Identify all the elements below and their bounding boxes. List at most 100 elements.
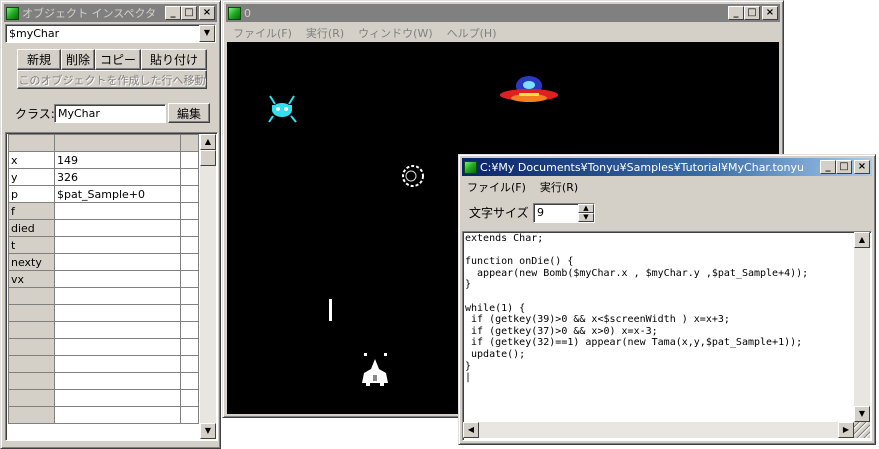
minimize-button[interactable]: _: [165, 6, 181, 20]
property-extra-cell: [180, 185, 199, 203]
menu-file[interactable]: ファイル(F): [467, 179, 526, 195]
property-value-cell[interactable]: [54, 321, 181, 339]
property-extra-cell: [180, 338, 199, 356]
property-value-cell[interactable]: [54, 304, 181, 322]
explosion-sprite: [402, 165, 424, 187]
scroll-thumb[interactable]: [200, 150, 216, 166]
property-row[interactable]: vx: [8, 270, 199, 288]
property-name-cell: [8, 338, 55, 356]
header-cell: [180, 134, 199, 152]
property-row[interactable]: [8, 321, 199, 339]
class-label: クラス:: [15, 107, 55, 121]
property-value-cell[interactable]: $pat_Sample+0: [54, 185, 181, 203]
property-row[interactable]: x 149: [8, 151, 199, 169]
font-size-spinner[interactable]: 9 ▲ ▼: [533, 203, 595, 223]
property-row[interactable]: [8, 372, 199, 390]
minimize-button[interactable]: _: [820, 160, 836, 174]
property-value-cell[interactable]: 149: [54, 151, 181, 169]
move-to-creation-line-button[interactable]: このオブジェクトを作成した行へ移動: [17, 70, 207, 89]
property-grid: x 149 y 326 p $pat_Sample+0 f died t nexty vx ▲ ▼: [5, 132, 218, 441]
close-button[interactable]: ×: [762, 6, 778, 20]
inspector-titlebar[interactable]: オブジェクト インスペクタ _ □ ×: [4, 4, 217, 22]
maximize-button[interactable]: □: [181, 6, 197, 20]
property-value-cell[interactable]: [54, 236, 181, 254]
property-name-cell: y: [8, 168, 55, 186]
editor-titlebar[interactable]: C:¥My Documents¥Tonyu¥Samples¥Tutorial¥M…: [462, 158, 872, 176]
property-row[interactable]: f: [8, 202, 199, 220]
scroll-up-icon[interactable]: ▲: [854, 232, 870, 248]
editor-hscrollbar[interactable]: ◀ ▶: [463, 422, 854, 438]
property-row[interactable]: y 326: [8, 168, 199, 186]
scroll-right-icon[interactable]: ▶: [838, 422, 854, 438]
editor-vscrollbar[interactable]: ▲ ▼: [854, 232, 870, 422]
menu-file[interactable]: ファイル(F): [233, 25, 292, 41]
menu-run[interactable]: 実行(R): [306, 25, 344, 41]
property-value-cell[interactable]: [54, 389, 181, 407]
size-grip-icon[interactable]: [854, 422, 870, 438]
scroll-down-icon[interactable]: ▼: [854, 406, 870, 422]
property-value-cell[interactable]: [54, 253, 181, 271]
tonyu-cube-icon: [228, 6, 241, 20]
property-value-cell[interactable]: [54, 270, 181, 288]
property-row[interactable]: t: [8, 236, 199, 254]
property-extra-cell: [180, 202, 199, 220]
property-row[interactable]: [8, 389, 199, 407]
copy-button[interactable]: コピー: [95, 49, 141, 70]
property-row[interactable]: p $pat_Sample+0: [8, 185, 199, 203]
property-extra-cell: [180, 270, 199, 288]
menu-window[interactable]: ウィンドウ(W): [358, 25, 432, 41]
property-extra-cell: [180, 219, 199, 237]
close-button[interactable]: ×: [854, 160, 870, 174]
scroll-down-icon[interactable]: ▼: [200, 423, 216, 439]
property-value-cell[interactable]: [54, 338, 181, 356]
property-value-cell[interactable]: [54, 355, 181, 373]
class-input[interactable]: MyChar: [54, 104, 166, 123]
maximize-button[interactable]: □: [744, 6, 760, 20]
code-editor[interactable]: extends Char; function onDie() { appear(…: [462, 231, 872, 441]
bullet-sprite: [329, 299, 332, 321]
scroll-left-icon[interactable]: ◀: [463, 422, 479, 438]
editor-window: C:¥My Documents¥Tonyu¥Samples¥Tutorial¥M…: [458, 154, 876, 445]
property-name-cell: x: [8, 151, 55, 169]
property-scrollbar[interactable]: ▲ ▼: [200, 134, 216, 439]
property-name-cell: p: [8, 185, 55, 203]
spin-down-icon[interactable]: ▼: [578, 213, 594, 222]
property-row[interactable]: died: [8, 219, 199, 237]
maximize-button[interactable]: □: [836, 160, 852, 174]
minimize-button[interactable]: _: [728, 6, 744, 20]
property-value-cell[interactable]: [54, 287, 181, 305]
game-titlebar[interactable]: 0 _ □ ×: [226, 4, 780, 22]
property-name-cell: [8, 287, 55, 305]
new-button[interactable]: 新規: [17, 49, 61, 70]
edit-button[interactable]: 編集: [168, 103, 210, 123]
property-row[interactable]: [8, 287, 199, 305]
property-value-cell[interactable]: [54, 372, 181, 390]
property-value-cell[interactable]: [54, 219, 181, 237]
menu-help[interactable]: ヘルプ(H): [447, 25, 497, 41]
menu-run[interactable]: 実行(R): [540, 179, 578, 195]
spin-up-icon[interactable]: ▲: [578, 204, 594, 213]
property-name-cell: [8, 389, 55, 407]
object-select-value: $myChar: [9, 27, 60, 40]
close-button[interactable]: ×: [199, 6, 215, 20]
code-text[interactable]: extends Char; function onDie() { appear(…: [465, 233, 808, 384]
delete-button[interactable]: 削除: [61, 49, 95, 70]
property-value-cell[interactable]: [54, 202, 181, 220]
property-row[interactable]: [8, 338, 199, 356]
property-row[interactable]: [8, 355, 199, 373]
property-row[interactable]: [8, 304, 199, 322]
property-name-cell: t: [8, 236, 55, 254]
property-row[interactable]: nexty: [8, 253, 199, 271]
property-name-cell: [8, 304, 55, 322]
property-name-cell: [8, 406, 55, 424]
property-extra-cell: [180, 151, 199, 169]
dropdown-arrow-icon[interactable]: ▼: [199, 25, 215, 42]
property-extra-cell: [180, 287, 199, 305]
editor-title: C:¥My Documents¥Tonyu¥Samples¥Tutorial¥M…: [480, 160, 804, 174]
scroll-up-icon[interactable]: ▲: [200, 134, 216, 150]
property-row[interactable]: [8, 406, 199, 424]
property-value-cell[interactable]: 326: [54, 168, 181, 186]
property-value-cell[interactable]: [54, 406, 181, 424]
paste-button[interactable]: 貼り付け: [141, 49, 207, 70]
object-select[interactable]: $myChar ▼: [5, 24, 216, 43]
